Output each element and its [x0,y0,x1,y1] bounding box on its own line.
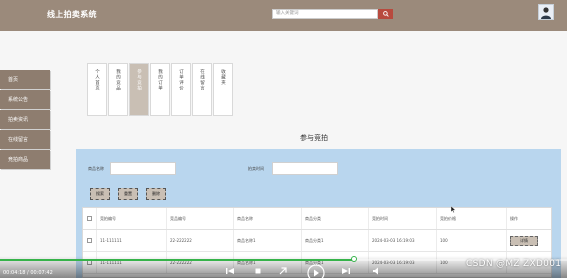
collapse-icon[interactable] [278,266,288,276]
select-all-checkbox[interactable] [87,216,92,221]
sidebar-item-auction-items[interactable]: 竞拍商品 [0,150,50,169]
bid-time-cell: 2024-03-03 16:19:03 [369,230,437,251]
search-placeholder: 输入关键词 [276,11,299,16]
volume-icon[interactable] [372,266,382,276]
sidebar-item-auction-news[interactable]: 拍卖资讯 [0,110,50,129]
sidebar-item-messages[interactable]: 在线留言 [0,130,50,149]
row-select-cell [83,230,97,251]
category-cell: 商品分类1 [302,230,369,251]
search-button[interactable] [378,9,393,19]
tab-label: 参与竞拍 [136,69,142,91]
page-title: 参与竞拍 [300,134,328,142]
stop-icon[interactable] [253,266,263,276]
tab-online-messages[interactable]: 在线留言 [192,63,212,116]
tab-label: 我的竞品 [115,69,121,91]
tab-order-reviews[interactable]: 订单评价 [171,63,191,116]
next-icon[interactable] [341,266,351,276]
product-name-input[interactable] [110,162,176,175]
tab-my-bids[interactable]: 参与竞拍 [129,63,149,116]
search-input[interactable]: 输入关键词 [272,9,378,19]
item-no-cell: 22-222222 [167,230,234,251]
delete-button[interactable]: 删除 [146,188,166,200]
column-header[interactable]: 商品分类 [302,208,369,229]
column-header[interactable]: 商品名称 [234,208,302,229]
video-progress-fill [0,259,354,261]
action-cell: 详情 [507,230,551,251]
tab-label: 我的订单 [157,69,163,91]
bid-price-cell: 100 [437,230,507,251]
table-header: 竞拍编号 竞品编号 商品名称 商品分类 竞拍时间 竞拍价格 操作 [83,208,551,230]
tab-favorites[interactable]: 收藏夹 [213,63,233,116]
reset-button[interactable]: 重置 [118,188,138,200]
sidebar-item-home[interactable]: 首页 [0,70,50,89]
play-pause-icon[interactable] [307,264,325,278]
select-all-cell [83,208,97,229]
tab-my-orders[interactable]: 我的订单 [150,63,170,116]
tab-label: 收藏夹 [220,69,226,86]
product-name-cell: 商品名称1 [234,230,302,251]
mouse-cursor-icon [451,206,456,213]
row-checkbox[interactable] [87,238,92,243]
bid-no-cell: 11-111111 [97,230,167,251]
column-header: 操作 [510,215,518,221]
tab-label: 个人首页 [94,69,100,91]
video-progress-handle[interactable] [350,256,357,262]
tab-my-items[interactable]: 我的竞品 [108,63,128,116]
user-center-tabs: 个人首页 我的竞品 参与竞拍 我的订单 订单评价 在线留言 收藏夹 [87,63,234,116]
column-header[interactable]: 竞拍时间 [369,208,437,229]
csdn-watermark: CSDN @MZ ZXD001 [466,259,562,269]
user-icon [541,7,551,19]
avatar[interactable] [538,4,554,20]
tab-personal-home[interactable]: 个人首页 [87,63,107,116]
bid-time-input[interactable] [272,162,338,175]
column-header[interactable]: 竞品编号 [167,208,234,229]
sidebar-item-label: 竞拍商品 [8,157,29,163]
detail-button[interactable]: 详情 [510,235,538,246]
tab-label: 订单评价 [178,69,184,91]
table-row: 11-111111 22-222222 商品名称1 商品分类1 2024-03-… [83,230,551,252]
search-icon [382,11,389,17]
site-title: 线上拍卖系统 [47,10,97,19]
sidebar-item-label: 拍卖资讯 [8,117,29,123]
bid-time-label: 拍卖时间 [248,166,264,171]
sidebar-item-label: 首页 [8,77,19,83]
column-header[interactable]: 竞拍编号 [97,208,167,229]
video-time-display: 00:04:18 / 00:07:42 [3,270,53,276]
sidebar-item-announcements[interactable]: 系统公告 [0,90,50,109]
sidebar-item-label: 系统公告 [8,97,29,103]
previous-icon[interactable] [225,266,235,276]
sidebar-item-label: 在线留言 [8,137,29,143]
tab-label: 在线留言 [199,69,205,91]
sidebar: 首页 系统公告 拍卖资讯 在线留言 竞拍商品 [0,70,50,170]
column-header[interactable]: 竞拍价格 [437,208,507,229]
search-action-button[interactable]: 搜索 [90,188,110,200]
product-name-label: 商品名称 [88,166,104,171]
